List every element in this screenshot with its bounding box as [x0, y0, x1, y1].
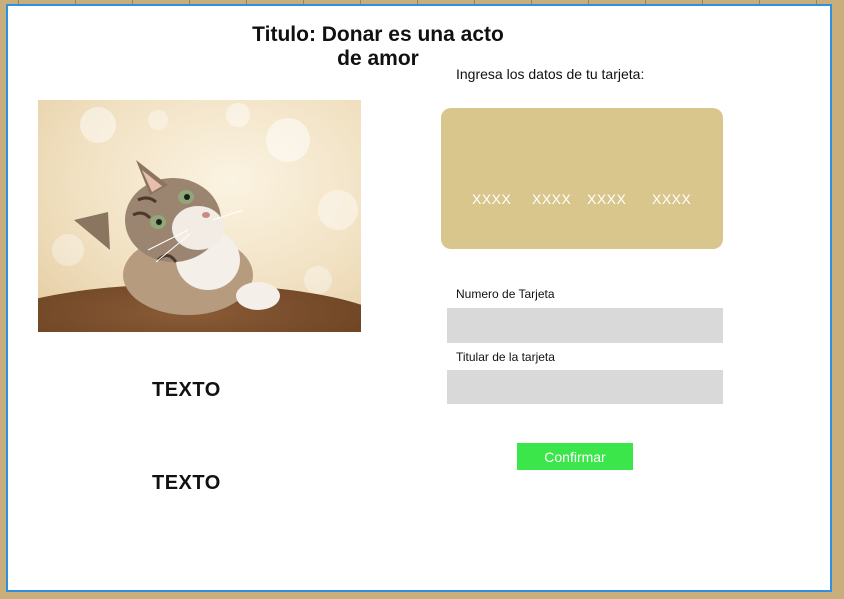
card-number-group-3: XXXX	[587, 191, 627, 207]
page-frame: Titulo: Donar es una acto de amor TEXTO …	[6, 4, 832, 592]
page-title: Titulo: Donar es una acto de amor	[252, 23, 504, 70]
card-number-input[interactable]	[447, 308, 723, 343]
cat-photo	[38, 100, 361, 332]
text-block-1: TEXTO	[152, 379, 221, 401]
card-number-group-2: XXXX	[532, 191, 572, 207]
card-holder-input[interactable]	[447, 370, 723, 404]
card-number-group-1: XXXX	[472, 191, 512, 207]
credit-card-preview: XXXX XXXX XXXX XXXX	[441, 108, 723, 249]
card-number-label: Numero de Tarjeta	[456, 287, 555, 301]
card-instructions: Ingresa los datos de tu tarjeta:	[456, 66, 645, 82]
text-block-2: TEXTO	[152, 472, 221, 494]
confirm-button[interactable]: Confirmar	[517, 443, 633, 470]
card-holder-label: Titular de la tarjeta	[456, 350, 555, 364]
card-number-group-4: XXXX	[652, 191, 692, 207]
